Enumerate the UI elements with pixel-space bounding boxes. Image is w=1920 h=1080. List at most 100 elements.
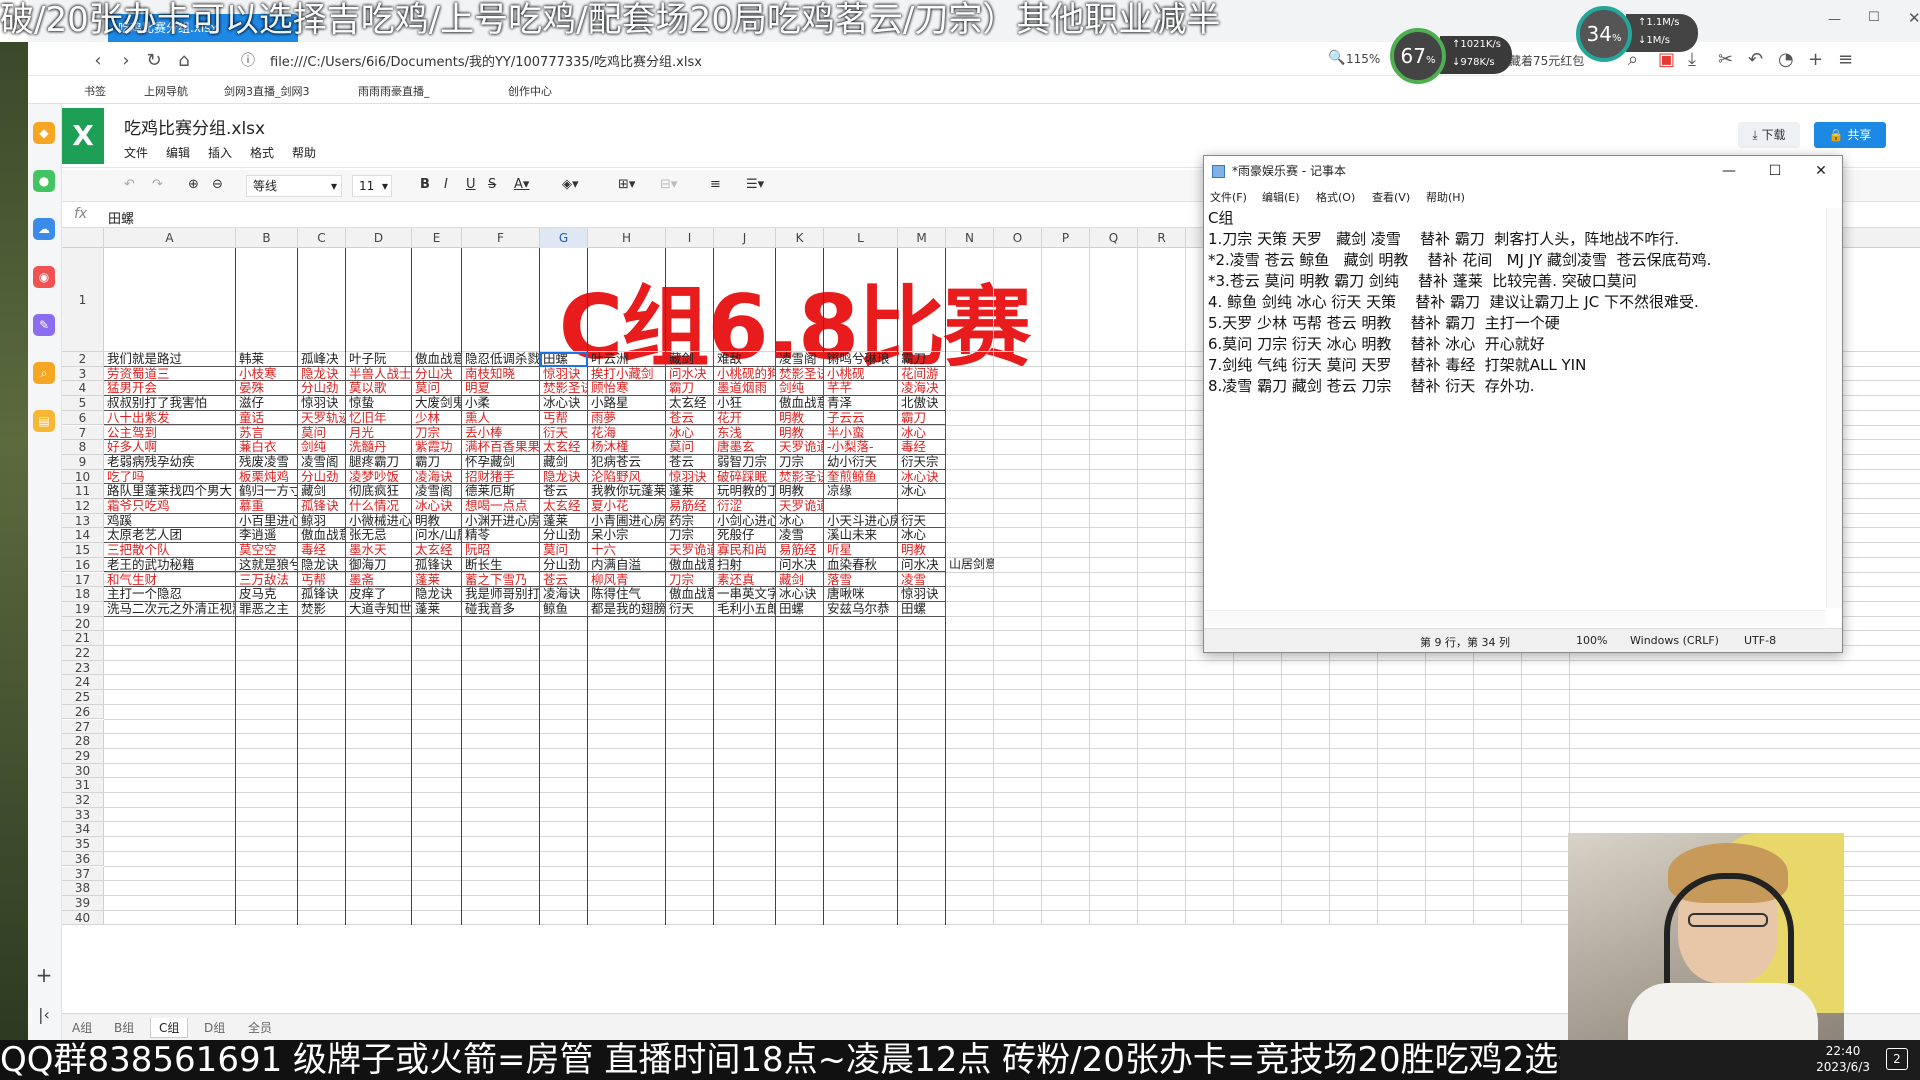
table-cell[interactable]: 苍云 (666, 410, 714, 426)
row-header-22[interactable]: 22 (62, 646, 104, 661)
table-cell[interactable]: 隐龙诀 (412, 587, 462, 602)
row-header-7[interactable]: 7 (62, 425, 104, 441)
table-cell[interactable]: 什么情况 (346, 499, 412, 514)
table-cell[interactable]: 焚影圣诀 (776, 366, 824, 382)
menu-icon[interactable]: ≡ (1838, 49, 1853, 70)
table-cell[interactable]: 溪山未来 (824, 528, 898, 544)
row-header-24[interactable]: 24 (62, 675, 104, 691)
table-cell[interactable]: 蓬莱 (412, 601, 462, 617)
edit-icon[interactable]: ✎ (33, 314, 55, 336)
table-cell[interactable]: 玩明教的丁 (714, 484, 776, 499)
row-header-11[interactable]: 11 (62, 484, 104, 499)
table-cell[interactable]: 田螺 (898, 601, 946, 617)
row-header-16[interactable]: 16 (62, 557, 104, 573)
table-cell[interactable]: 大废剑鬼 (412, 396, 462, 411)
bookmark-item[interactable]: 书签 (84, 83, 106, 99)
table-cell[interactable]: 鲸鱼 (540, 601, 588, 617)
row-header-4[interactable]: 4 (62, 381, 104, 397)
column-header-p[interactable]: P (1042, 228, 1090, 248)
app-icon-4[interactable]: ◉ (33, 266, 55, 288)
table-cell[interactable]: 冰心 (776, 513, 824, 529)
table-cell[interactable]: 冰心诀 (776, 587, 824, 602)
row-header-30[interactable]: 30 (62, 763, 104, 779)
table-cell[interactable]: 小柔 (462, 396, 540, 411)
row-header-1[interactable]: 1 (62, 248, 104, 352)
row-header-29[interactable]: 29 (62, 748, 104, 764)
row-header-37[interactable]: 37 (62, 866, 104, 882)
table-cell[interactable]: 都是我的翅膀 (588, 601, 666, 617)
table-cell[interactable]: 明夏 (462, 381, 540, 397)
table-cell[interactable]: 想喝一点点 (462, 499, 540, 514)
row-header-12[interactable]: 12 (62, 499, 104, 514)
table-cell[interactable]: 冰心 (666, 425, 714, 441)
table-cell[interactable]: 衍天 (898, 513, 946, 529)
table-cell[interactable]: 傲血战意 (298, 528, 346, 544)
table-cell[interactable]: 惊蛰 (346, 396, 412, 411)
table-cell[interactable]: 精苓 (462, 528, 540, 544)
table-cell[interactable]: 明教 (412, 513, 462, 529)
table-cell[interactable]: 毒经 (898, 440, 946, 455)
table-cell[interactable]: 孤锋诀 (412, 557, 462, 573)
sheet-tab-c[interactable]: C组 (150, 1018, 189, 1038)
sheet-tab-b[interactable]: B组 (106, 1018, 142, 1038)
table-cell[interactable]: 十六 (588, 543, 666, 558)
table-cell[interactable]: 惊羽诀 (898, 587, 946, 602)
table-cell[interactable]: 板栗炖鸡 (236, 469, 298, 485)
menu-file[interactable]: 文件 (124, 144, 148, 161)
system-clock[interactable]: 22:40 2023/6/3 (1816, 1043, 1870, 1075)
row-header-9[interactable]: 9 (62, 454, 104, 470)
table-cell[interactable]: 凌雪阁 (412, 484, 462, 499)
table-cell[interactable]: 花海 (588, 425, 666, 441)
table-cell[interactable]: 藏剑 (666, 352, 714, 367)
table-cell[interactable]: 公主驾到 (104, 425, 236, 441)
table-cell[interactable]: 霸刀 (898, 352, 946, 367)
table-cell[interactable]: 莫问 (412, 381, 462, 397)
notepad-menu-help[interactable]: 帮助(H) (1426, 189, 1465, 205)
column-header-d[interactable]: D (346, 228, 412, 248)
cloud-icon[interactable]: ☁ (33, 218, 55, 240)
table-cell[interactable]: 子云云 (824, 410, 898, 426)
table-cell[interactable]: 顾怡寒 (588, 381, 666, 397)
select-all-corner[interactable] (62, 228, 104, 248)
table-cell[interactable]: 小狂 (714, 396, 776, 411)
table-cell[interactable]: 我们就是路过 (104, 352, 236, 367)
table-cell[interactable]: 剑纯 (298, 440, 346, 455)
table-cell[interactable]: 问水决 (666, 366, 714, 382)
notepad-titlebar[interactable]: *雨豪娱乐赛 - 记事本 — ☐ ✕ (1204, 156, 1842, 186)
row-header-2[interactable]: 2 (62, 352, 104, 367)
collapse-icon[interactable]: |‹ (33, 1004, 55, 1026)
table-cell[interactable]: 半兽人战士 (346, 366, 412, 382)
italic-button[interactable]: I (444, 177, 448, 192)
table-cell[interactable]: 呆小宗 (588, 528, 666, 544)
table-cell[interactable]: 沦陷野风 (588, 469, 666, 485)
table-cell[interactable]: 莫问 (298, 425, 346, 441)
table-cell[interactable]: 明教 (776, 425, 824, 441)
notepad-close-icon[interactable]: ✕ (1798, 156, 1844, 186)
table-cell[interactable]: 凌梦吵饭 (346, 469, 412, 485)
notepad-horizontal-scrollbar[interactable] (1204, 610, 1826, 626)
table-cell[interactable]: 莫问 (666, 440, 714, 455)
table-cell[interactable]: 血染春秋 (824, 557, 898, 573)
table-cell[interactable]: 霸刀 (412, 454, 462, 470)
history-icon[interactable]: ◔ (1778, 49, 1794, 70)
zoom-in-icon[interactable]: ⊕ (188, 177, 199, 192)
table-cell[interactable]: 刀宗 (666, 528, 714, 544)
column-header-g[interactable]: G (540, 228, 588, 248)
table-cell[interactable]: 听星 (824, 543, 898, 558)
cut-icon[interactable]: ✂ (1718, 49, 1733, 70)
table-cell[interactable]: 冰心诀 (898, 469, 946, 485)
table-cell[interactable]: 洗髓丹 (346, 440, 412, 455)
font-size-select[interactable]: 11 ▾ (352, 175, 392, 197)
table-cell[interactable]: 隐龙诀 (540, 469, 588, 485)
table-cell[interactable]: 小枝寒 (236, 366, 298, 382)
table-cell[interactable]: 我是师哥别打 (462, 587, 540, 602)
table-cell[interactable]: 挨打小藏剑 (588, 366, 666, 382)
table-cell[interactable]: 苍云 (540, 484, 588, 499)
table-cell[interactable]: 分山劲 (540, 557, 588, 573)
table-cell[interactable]: 惊羽诀 (666, 469, 714, 485)
table-cell[interactable]: 张无忌 (346, 528, 412, 544)
url-field[interactable]: file:///C:/Users/6i6/Documents/我的YY/1007… (270, 51, 702, 70)
fill-color-icon[interactable]: ◈▾ (562, 177, 579, 192)
home-icon[interactable]: ⌂ (174, 50, 194, 71)
table-cell[interactable]: 小剑心进心 (714, 513, 776, 529)
